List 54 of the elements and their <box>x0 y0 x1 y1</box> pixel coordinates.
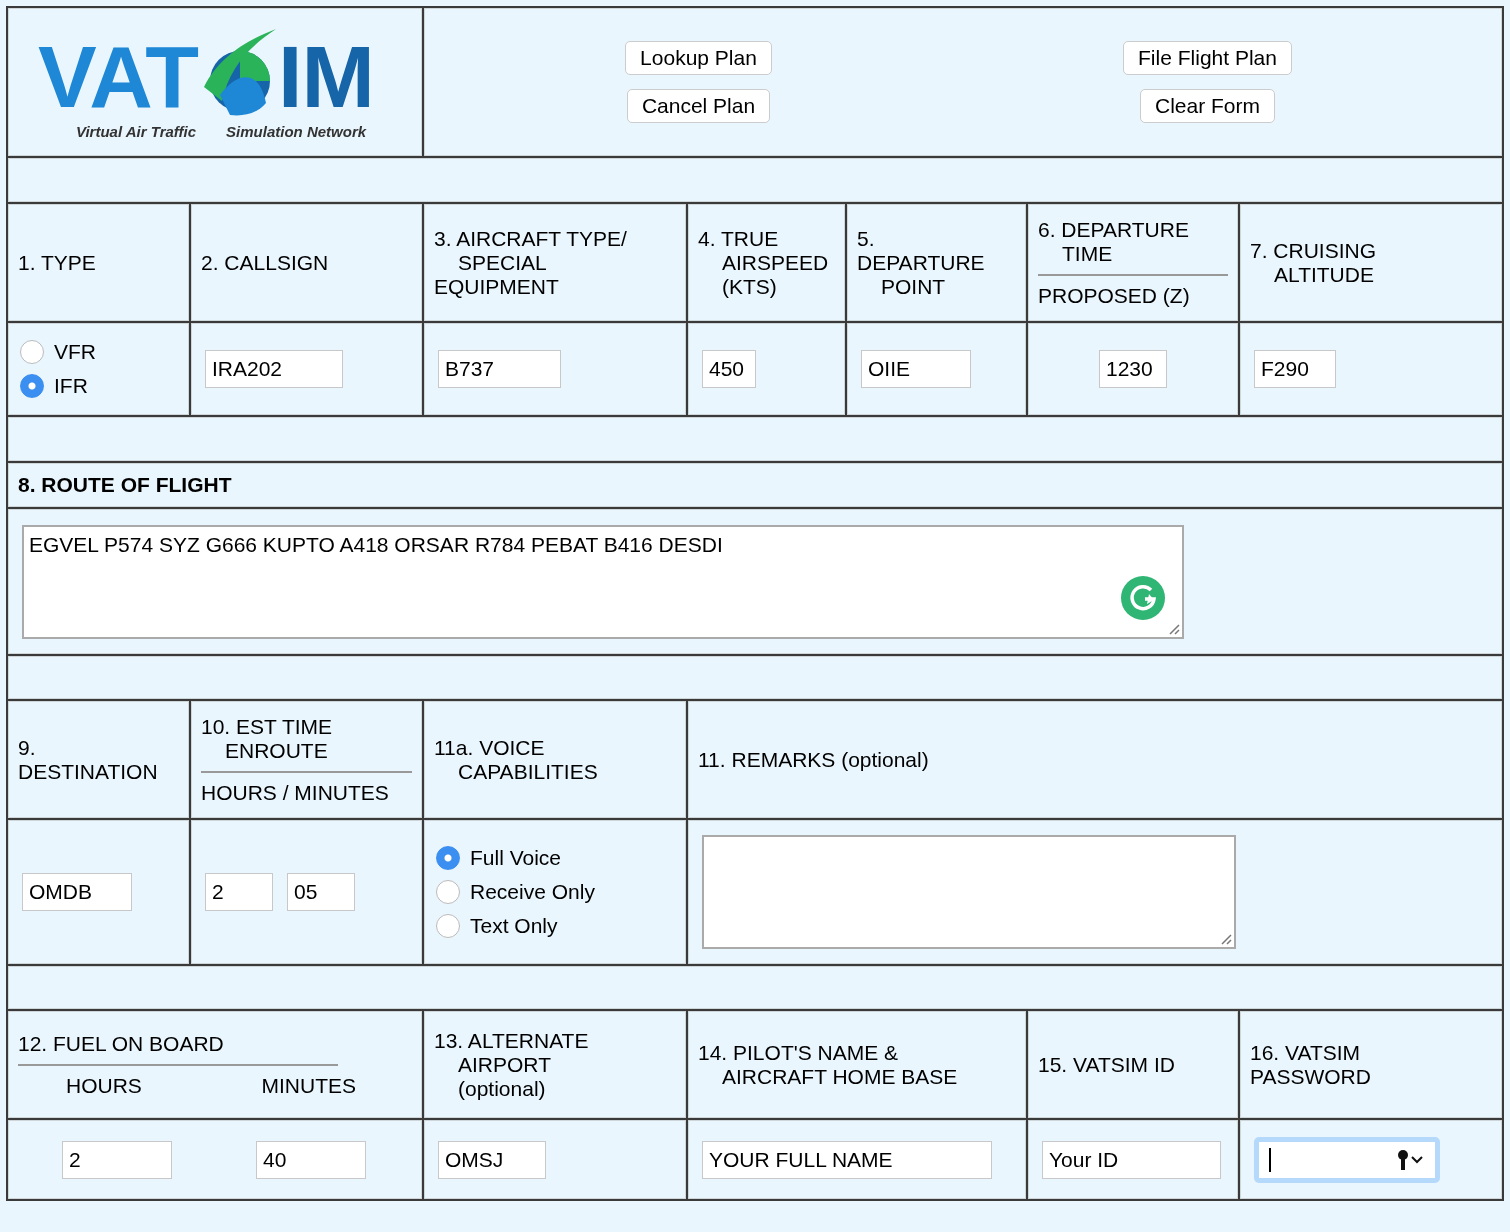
radio-option[interactable]: Receive Only <box>436 880 686 904</box>
radio-option[interactable]: Full Voice <box>436 846 686 870</box>
field-label: 9. DESTINATION <box>18 735 159 784</box>
text-field[interactable]: F290 <box>1254 350 1336 388</box>
field-label: 1. TYPE <box>18 250 97 275</box>
field-sublabel: MINUTES <box>261 1073 356 1098</box>
text-field[interactable]: 2 <box>62 1140 172 1179</box>
route-textarea[interactable]: EGVEL P574 SYZ G666 KUPTO A418 ORSAR R784 PEBAT B416 DESDI <box>22 524 1184 639</box>
text-field[interactable]: IRA202 <box>205 350 343 388</box>
text-field[interactable]: Your ID <box>1042 1140 1221 1179</box>
field-label: 4. TRUE AIRSPEED (KTS) <box>698 226 830 299</box>
remarks-textarea[interactable] <box>702 835 1236 949</box>
text-field[interactable]: YOUR FULL NAME <box>702 1140 992 1179</box>
field-label: 5. DEPARTURE POINT <box>857 226 986 299</box>
field-label: 12. FUEL ON BOARD <box>18 1031 225 1056</box>
password-field[interactable] <box>1254 1136 1440 1183</box>
field-sublabel: HOURS / MINUTES <box>201 780 389 805</box>
text-field[interactable]: OIIE <box>861 350 971 388</box>
text-field[interactable]: 2 <box>205 873 273 911</box>
text-field[interactable]: B737 <box>438 350 561 388</box>
field-label: 15. VATSIM ID <box>1038 1052 1176 1077</box>
form-button[interactable]: Lookup Plan <box>625 41 772 75</box>
field-label: 2. CALLSIGN <box>201 250 330 275</box>
text-field[interactable]: OMDB <box>22 873 132 911</box>
form-button[interactable]: File Flight Plan <box>1123 41 1292 75</box>
radio-option[interactable]: IFR <box>20 374 189 398</box>
field-label: 3. AIRCRAFT TYPE/ SPECIAL EQUIPMENT <box>434 226 628 299</box>
text-field[interactable]: 05 <box>287 873 355 911</box>
radio-option[interactable]: VFR <box>20 340 189 364</box>
field-label: 14. PILOT'S NAME & AIRCRAFT HOME BASE <box>698 1040 959 1089</box>
logo-letters: VAT <box>38 32 199 121</box>
text-field[interactable]: 450 <box>702 350 756 388</box>
resize-grip-icon[interactable] <box>1168 622 1180 635</box>
resize-grip-icon[interactable] <box>1220 933 1232 945</box>
form-button[interactable]: Cancel Plan <box>626 89 771 123</box>
field-label: 11. REMARKS (optional) <box>698 747 930 772</box>
radio-option[interactable]: Text Only <box>436 914 686 938</box>
field-sublabel: HOURS <box>66 1073 142 1098</box>
form-button[interactable]: Clear Form <box>1140 89 1275 123</box>
field-label: 10. EST TIME ENROUTE <box>201 714 334 763</box>
logo-letters: IM <box>277 32 374 121</box>
logo-tagline: Virtual Air Traffic <box>76 122 197 140</box>
field-label: 11a. VOICE CAPABILITIES <box>434 735 599 784</box>
text-field[interactable]: 1230 <box>1099 350 1167 388</box>
field-label: 13. ALTERNATE AIRPORT (optional) <box>434 1028 590 1101</box>
grammar-assistant-icon[interactable] <box>1120 574 1166 621</box>
field-label: 7. CRUISING ALTITUDE <box>1250 238 1378 287</box>
field-sublabel: PROPOSED (Z) <box>1038 283 1190 308</box>
field-label: 16. VATSIM PASSWORD <box>1250 1040 1372 1089</box>
text-field[interactable]: OMSJ <box>438 1140 546 1179</box>
text-field[interactable]: 40 <box>256 1140 366 1179</box>
logo-tagline: Simulation Network <box>226 122 367 140</box>
section-heading: 8. ROUTE OF FLIGHT <box>18 473 232 497</box>
field-label: 6. DEPARTURE TIME <box>1038 217 1190 266</box>
